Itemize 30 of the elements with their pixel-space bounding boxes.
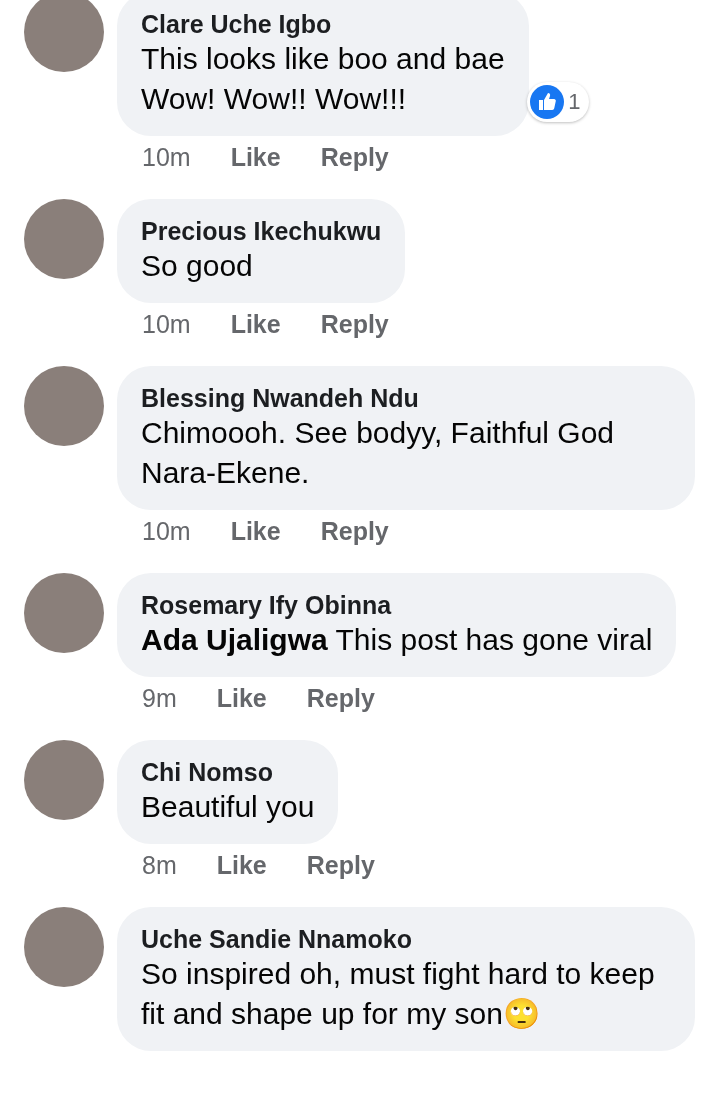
- comment-text: Ada Ujaligwa This post has gone viral: [141, 622, 653, 658]
- author-name[interactable]: Clare Uche Igbo: [141, 9, 505, 39]
- like-link[interactable]: Like: [216, 845, 267, 885]
- author-name[interactable]: Uche Sandie Nnamoko: [141, 924, 671, 954]
- reply-link[interactable]: Reply: [320, 511, 389, 551]
- author-name[interactable]: Precious Ikechukwu: [141, 216, 382, 246]
- comment-time: 8m: [142, 850, 177, 881]
- comment-text: Chimoooh. See bodyy, Faithful God Nara-Ekene.: [141, 415, 616, 491]
- like-link[interactable]: Like: [230, 137, 281, 177]
- reply-link[interactable]: Reply: [306, 678, 375, 718]
- comment-text: So good: [141, 248, 254, 284]
- reply-link[interactable]: Reply: [320, 304, 389, 344]
- author-name[interactable]: Rosemary Ify Obinna: [141, 590, 653, 620]
- author-name[interactable]: Chi Nomso: [141, 757, 315, 787]
- like-link[interactable]: Like: [216, 678, 267, 718]
- reply-link[interactable]: Reply: [320, 137, 389, 177]
- thumbs-up-icon: [530, 85, 565, 119]
- comment-time: 9m: [142, 683, 177, 714]
- comment-text: This looks like boo and bae Wow! Wow!! Wow!!!: [141, 41, 505, 117]
- reaction-count: 1: [568, 88, 581, 116]
- comment-time: 10m: [142, 309, 191, 340]
- comment-time: 10m: [142, 142, 191, 173]
- comment-text: Beautiful you: [141, 789, 315, 825]
- reaction-badge[interactable]: 1: [527, 82, 589, 122]
- like-link[interactable]: Like: [230, 511, 281, 551]
- comment-time: 10m: [142, 516, 191, 547]
- like-link[interactable]: Like: [230, 304, 281, 344]
- comment-text: So inspired oh, must fight hard to keep fit and shape up for my son🙄: [141, 956, 656, 1032]
- author-name[interactable]: Blessing Nwandeh Ndu: [141, 383, 671, 413]
- reply-link[interactable]: Reply: [306, 845, 375, 885]
